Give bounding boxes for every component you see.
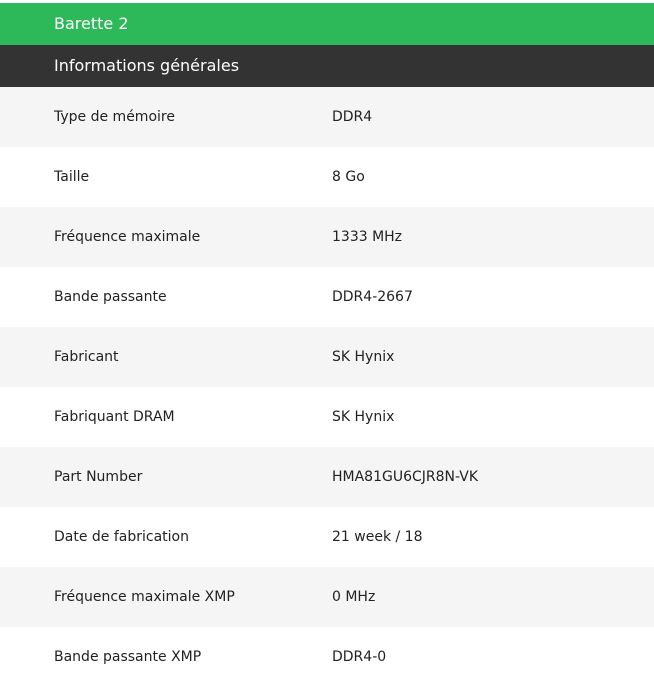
row-label: Fabricant	[54, 349, 119, 365]
info-row-size: Taille 8 Go	[0, 147, 654, 207]
row-label: Part Number	[54, 469, 143, 485]
section-header[interactable]: Barette 2	[0, 3, 654, 45]
row-label: Taille	[54, 169, 90, 185]
row-value: DDR4-0	[332, 649, 387, 665]
info-row-max-frequency: Fréquence maximale 1333 MHz	[0, 207, 654, 267]
row-label: Type de mémoire	[54, 109, 175, 125]
row-value: DDR4	[332, 109, 373, 125]
row-value: 1333 MHz	[332, 229, 403, 245]
row-label: Fréquence maximale XMP	[54, 589, 235, 605]
section-title: Barette 2	[54, 14, 129, 33]
info-row-memory-type: Type de mémoire DDR4	[0, 87, 654, 147]
subsection-title: Informations générales	[54, 56, 240, 75]
info-row-bandwidth: Bande passante DDR4-2667	[0, 267, 654, 327]
row-value: SK Hynix	[332, 409, 395, 425]
info-row-manufacturer: Fabricant SK Hynix	[0, 327, 654, 387]
row-label: Fréquence maximale	[54, 229, 201, 245]
info-row-xmp-max-frequency: Fréquence maximale XMP 0 MHz	[0, 567, 654, 627]
info-row-dram-manufacturer: Fabriquant DRAM SK Hynix	[0, 387, 654, 447]
row-label: Bande passante	[54, 289, 167, 305]
row-value: 8 Go	[332, 169, 365, 185]
subsection-header: Informations générales	[0, 45, 654, 87]
row-value: 0 MHz	[332, 589, 376, 605]
row-value: 21 week / 18	[332, 529, 423, 545]
row-value: SK Hynix	[332, 349, 395, 365]
row-label: Bande passante XMP	[54, 649, 202, 665]
info-row-part-number: Part Number HMA81GU6CJR8N-VK	[0, 447, 654, 507]
memory-info-panel: Barette 2 Informations générales Type de…	[0, 0, 654, 676]
row-label: Fabriquant DRAM	[54, 409, 175, 425]
row-value: HMA81GU6CJR8N-VK	[332, 469, 479, 485]
info-row-xmp-bandwidth: Bande passante XMP DDR4-0	[0, 627, 654, 676]
info-row-manufacture-date: Date de fabrication 21 week / 18	[0, 507, 654, 567]
row-value: DDR4-2667	[332, 289, 413, 305]
row-label: Date de fabrication	[54, 529, 189, 545]
info-table: Type de mémoire DDR4 Taille 8 Go Fréquen…	[0, 87, 654, 676]
